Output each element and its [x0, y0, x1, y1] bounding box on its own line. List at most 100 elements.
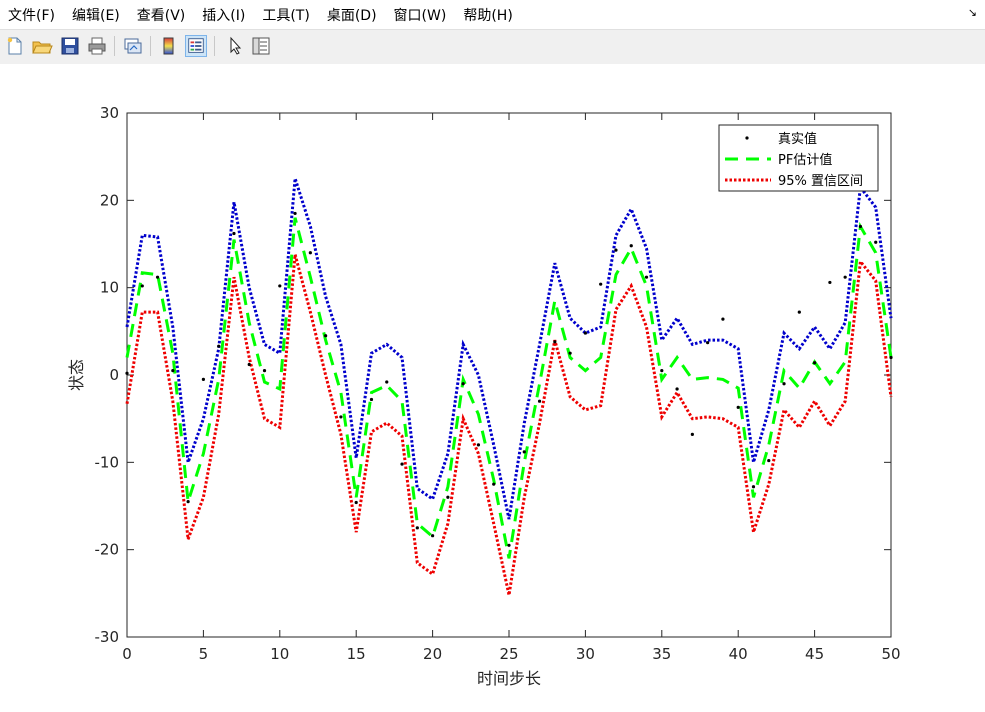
y-tick-label: -10 — [95, 453, 120, 471]
true-value-point — [537, 399, 542, 403]
true-value-point — [125, 371, 129, 375]
legend-true-value-marker — [745, 136, 749, 140]
menu-edit[interactable]: 编辑(E) — [64, 5, 129, 25]
menu-desktop[interactable]: 桌面(D) — [319, 5, 386, 25]
chart-svg[interactable]: 0 5 10 15 20 25 30 35 40 45 50 -30 -20 -10 0 10 20 30 真实值… — [0, 64, 985, 708]
true-value-point — [736, 405, 740, 409]
true-value-point — [186, 500, 190, 504]
x-tick-label: 5 — [199, 645, 209, 663]
y-tick-label: -30 — [95, 628, 120, 646]
true-value-point — [232, 231, 236, 236]
x-tick-label: 0 — [122, 645, 132, 663]
true-value-point — [721, 317, 725, 321]
true-value-point — [889, 355, 893, 360]
true-value-point — [431, 534, 435, 538]
true-value-point — [629, 244, 633, 248]
true-value-point — [797, 310, 801, 314]
true-value-point — [553, 340, 557, 344]
x-tick-label: 10 — [270, 645, 289, 663]
true-value-point — [293, 211, 297, 216]
x-tick-label: 40 — [729, 645, 748, 663]
menu-help[interactable]: 帮助(H) — [455, 5, 521, 25]
true-value-point — [369, 397, 374, 402]
x-tick-label: 25 — [499, 645, 518, 663]
toolbar-separator — [150, 36, 151, 56]
true-value-point — [767, 458, 771, 463]
x-tick-label: 30 — [576, 645, 595, 663]
true-value-point — [140, 284, 144, 288]
legend[interactable]: 真实值 PF估计值 95% 置信区间 — [718, 124, 879, 192]
true-value-point — [858, 224, 863, 229]
x-tick-label: 35 — [652, 645, 671, 663]
true-value-point — [644, 275, 649, 279]
y-tick-label: 10 — [100, 279, 119, 297]
true-value-point — [813, 361, 817, 365]
true-value-point — [660, 369, 664, 373]
true-value-point — [599, 282, 603, 286]
insert-colorbar-icon[interactable] — [158, 35, 180, 57]
true-value-point — [690, 432, 694, 436]
true-value-point — [217, 344, 221, 348]
true-value-point — [843, 275, 847, 279]
true-value-point — [751, 485, 756, 489]
menu-tools[interactable]: 工具(T) — [254, 5, 318, 25]
legend-label: PF估计值 — [778, 152, 832, 168]
figure-canvas: 0 5 10 15 20 25 30 35 40 45 50 -30 -20 -10 0 10 20 30 真实值… — [0, 64, 985, 708]
true-value-point — [476, 443, 481, 447]
true-value-point — [385, 380, 389, 384]
new-figure-icon[interactable] — [4, 35, 26, 57]
true-value-point — [308, 251, 312, 255]
true-value-point — [583, 331, 588, 335]
true-value-point — [155, 275, 160, 279]
true-value-point — [262, 369, 267, 373]
true-value-point — [706, 341, 710, 345]
true-value-point — [568, 351, 572, 355]
true-value-point — [247, 362, 251, 367]
true-value-point — [874, 240, 878, 244]
true-value-point — [201, 377, 205, 381]
y-axis-label: 状态 — [67, 359, 86, 391]
true-value-point — [782, 382, 786, 386]
true-value-point — [492, 482, 496, 486]
true-value-point — [522, 450, 526, 454]
true-value-point — [507, 543, 511, 547]
true-value-point — [171, 369, 175, 373]
true-value-point — [675, 387, 679, 391]
y-tick-label: 20 — [100, 191, 119, 209]
true-value-point — [354, 500, 358, 505]
open-file-icon[interactable] — [31, 35, 53, 57]
true-value-point — [828, 280, 832, 285]
legend-label: 95% 置信区间 — [778, 174, 863, 189]
y-tick-label: -20 — [95, 541, 120, 559]
insert-legend-icon[interactable] — [185, 35, 207, 57]
x-tick-label: 15 — [347, 645, 366, 663]
y-tick-label: 30 — [100, 104, 119, 122]
x-tick-label: 20 — [423, 645, 442, 663]
x-axis-label: 时间步长 — [477, 669, 541, 688]
x-tick-label: 50 — [881, 645, 900, 663]
edit-plot-pointer-icon[interactable] — [224, 35, 246, 57]
save-icon[interactable] — [59, 35, 81, 57]
menu-window[interactable]: 窗口(W) — [386, 5, 456, 25]
menu-insert[interactable]: 插入(I) — [194, 5, 254, 25]
true-value-point — [446, 495, 450, 499]
menu-file[interactable]: 文件(F) — [0, 5, 64, 25]
true-value-point — [278, 284, 282, 288]
true-value-point — [614, 248, 618, 252]
menu-bar: 文件(F) 编辑(E) 查看(V) 插入(I) 工具(T) 桌面(D) 窗口(W… — [0, 0, 985, 29]
true-value-point — [324, 334, 328, 338]
toolbar-separator — [114, 36, 115, 56]
dock-figure-icon[interactable]: ↘ — [968, 6, 977, 19]
toolbar-separator — [214, 36, 215, 56]
link-plot-icon[interactable] — [122, 35, 144, 57]
true-value-point — [461, 382, 465, 386]
print-icon[interactable] — [86, 35, 108, 57]
true-value-point — [339, 415, 343, 419]
menu-view[interactable]: 查看(V) — [129, 5, 195, 25]
x-tick-label: 45 — [805, 645, 824, 663]
true-value-point — [415, 526, 419, 530]
property-inspector-icon[interactable] — [250, 35, 272, 57]
legend-label: 真实值 — [778, 131, 817, 147]
figure-toolbar — [0, 29, 985, 65]
y-tick-label: 0 — [109, 366, 119, 384]
